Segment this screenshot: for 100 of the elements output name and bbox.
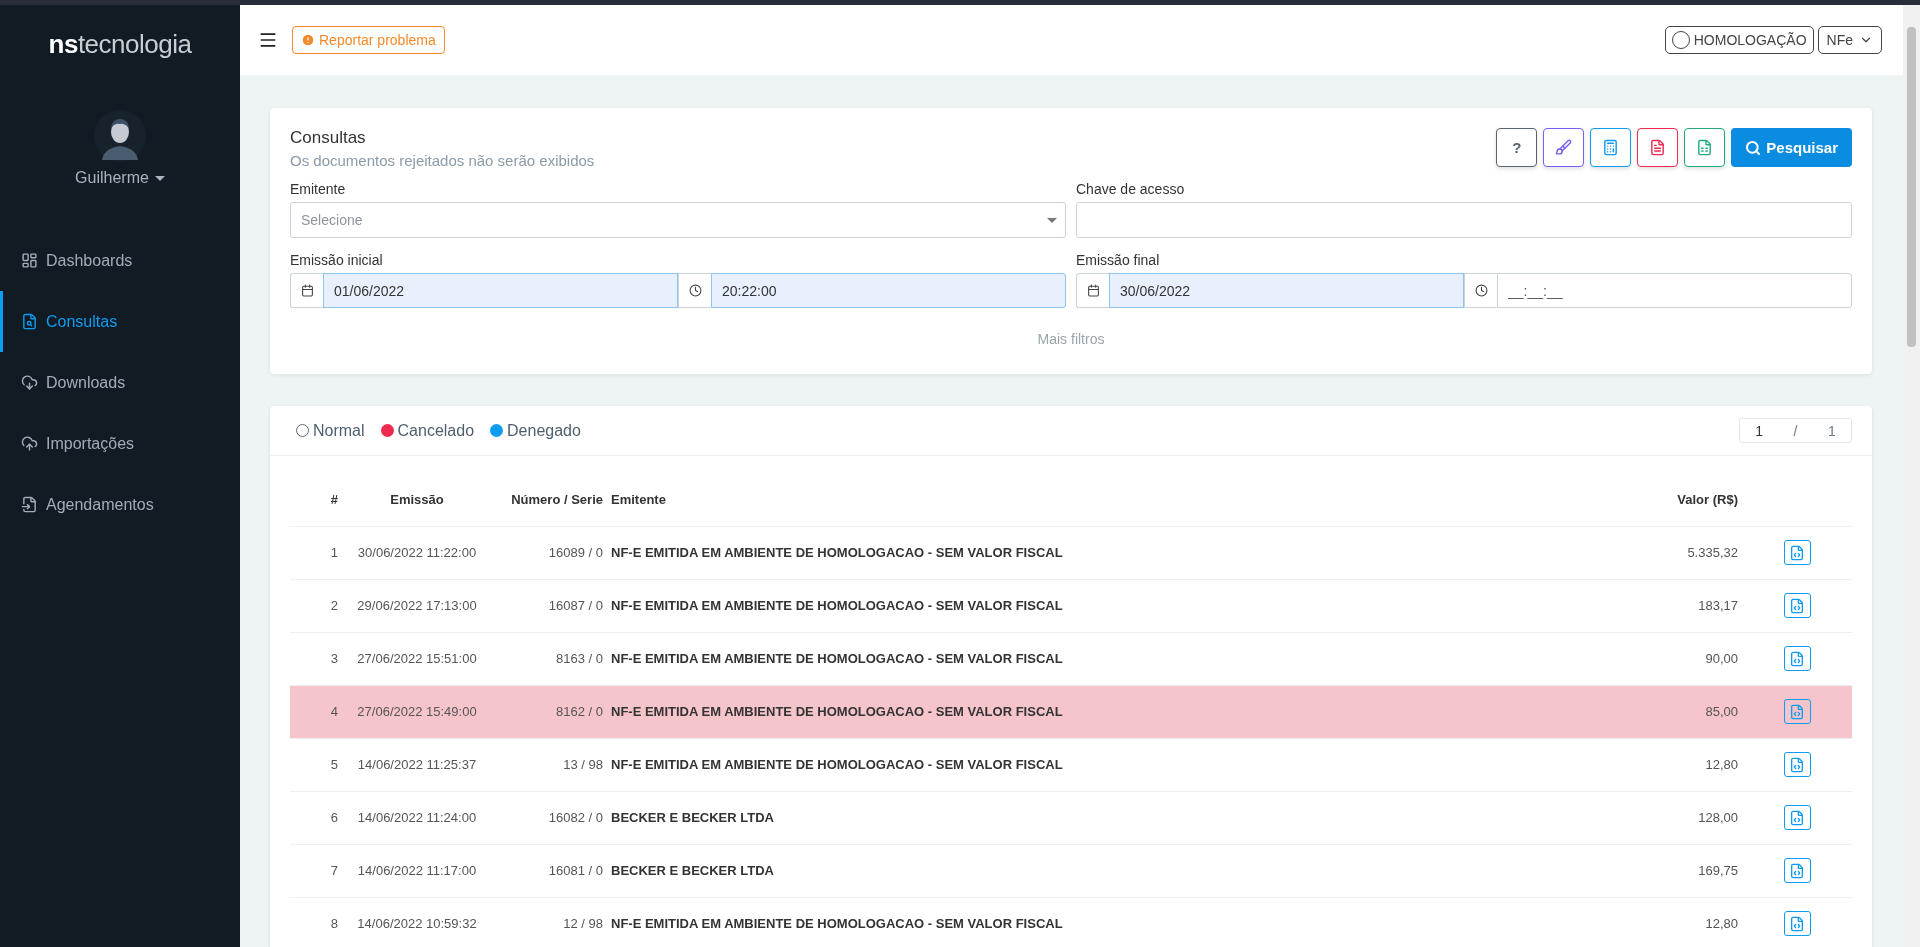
table-row[interactable]: 7 14/06/2022 11:17:00 16081 / 0 BECKER E BECKER LTDA 169,75 [290,844,1852,897]
column-header: Emitente [607,474,1592,526]
dashboard-icon [21,252,38,269]
user-menu[interactable]: Guilherme [69,168,171,188]
table-cell: 14/06/2022 11:25:37 [342,738,492,791]
table-row[interactable]: 2 29/06/2022 17:13:00 16087 / 0 NF-E EMITIDA EM AMBIENTE DE HOMOLOGACAO - SEM VALOR FISCAL 183,17 [290,579,1852,632]
legend-item: Denegado [490,421,581,440]
clear-button[interactable] [1543,128,1585,167]
table-cell: 8162 / 0 [492,685,607,738]
pagination[interactable]: 1 / 1 [1739,418,1852,443]
table-row[interactable]: 6 14/06/2022 11:24:00 16082 / 0 BECKER E BECKER LTDA 128,00 [290,791,1852,844]
clock-icon [1464,273,1497,308]
table-cell: 8163 / 0 [492,632,607,685]
column-header: Emissão [342,474,492,526]
xml-file-button[interactable] [1783,911,1811,936]
column-header: Valor (R$) [1592,474,1742,526]
table-cell: 6 [290,791,342,844]
brush-icon [1555,139,1573,156]
card-subtitle: Os documentos rejeitados não serão exibidos [290,152,595,169]
table-cell: 29/06/2022 17:13:00 [342,579,492,632]
help-button[interactable]: ? [1496,128,1538,167]
environment-toggle[interactable]: HOMOLOGAÇÃO [1664,26,1814,54]
alert-icon [301,33,315,47]
date-field[interactable]: 30/06/2022 [1109,273,1464,308]
pdf-file-icon [1649,139,1667,156]
time-field[interactable]: 20:22:00 [711,273,1066,308]
table-cell: 169,75 [1592,844,1742,897]
table-cell: 27/06/2022 15:49:00 [342,685,492,738]
cloud-download-icon [21,374,38,391]
clock-icon [678,273,711,308]
file-search-icon [21,313,38,330]
code-file-icon [1789,650,1805,667]
table-cell: 16082 / 0 [492,791,607,844]
search-icon [1745,139,1762,156]
spreadsheet-file-icon [1696,139,1714,156]
file-icon [21,496,38,513]
table-cell: 8 [290,897,342,947]
menu-icon[interactable] [258,30,278,50]
table-cell: 30/06/2022 11:22:00 [342,526,492,579]
field-label: Emitente [290,181,347,197]
table-cell: 128,00 [1592,791,1742,844]
table-row[interactable]: 1 30/06/2022 11:22:00 16089 / 0 NF-E EMITIDA EM AMBIENTE DE HOMOLOGACAO - SEM VALOR FISCAL 5.335,32 [290,526,1852,579]
table-cell: 13 / 98 [492,738,607,791]
table-cell: 27/06/2022 15:51:00 [342,632,492,685]
table-cell: NF-E EMITIDA EM AMBIENTE DE HOMOLOGACAO - SEM VALOR FISCAL [607,632,1592,685]
access-key-field[interactable] [1076,202,1852,238]
table-row[interactable]: 3 27/06/2022 15:51:00 8163 / 0 NF-E EMITIDA EM AMBIENTE DE HOMOLOGACAO - SEM VALOR FISCAL 90,00 [290,632,1852,685]
xml-file-button[interactable] [1783,540,1811,565]
table-cell: 7 [290,844,342,897]
field-label: Chave de acesso [1076,181,1186,197]
table-cell: 90,00 [1592,632,1742,685]
search-button[interactable]: Pesquisar [1731,128,1852,167]
cloud-upload-icon [21,435,38,452]
calendar-icon [290,273,323,308]
table-cell: 12 / 98 [492,897,607,947]
xml-file-button[interactable] [1783,858,1811,883]
column-header: Número / Serie [492,474,607,526]
table-cell: NF-E EMITIDA EM AMBIENTE DE HOMOLOGACAO - SEM VALOR FISCAL [607,738,1592,791]
time-field[interactable]: __:__:__ [1497,273,1852,308]
document-type-dropdown[interactable]: NFe [1817,26,1882,54]
table-cell: 16081 / 0 [492,844,607,897]
excel-export-button[interactable] [1684,128,1726,167]
xml-file-button[interactable] [1783,752,1811,777]
table-cell: 12,80 [1592,897,1742,947]
xml-file-button[interactable] [1783,699,1811,724]
card-title: Consultas [290,128,367,148]
table-cell: 4 [290,685,342,738]
xml-file-button[interactable] [1783,805,1811,830]
table-cell: 5 [290,738,342,791]
pdf-export-button[interactable] [1637,128,1679,167]
xml-file-button[interactable] [1783,646,1811,671]
sidebar-item[interactable]: Downloads [0,352,240,413]
sidebar-item[interactable]: Dashboards [0,230,240,291]
calculator-icon [1602,139,1620,156]
table-cell: NF-E EMITIDA EM AMBIENTE DE HOMOLOGACAO - SEM VALOR FISCAL [607,897,1592,947]
sidebar-item[interactable]: Agendamentos [0,474,240,535]
table-cell: 16089 / 0 [492,526,607,579]
code-file-icon [1789,544,1805,561]
table-cell: 14/06/2022 11:17:00 [342,844,492,897]
table-cell: 12,80 [1592,738,1742,791]
code-file-icon [1789,597,1805,614]
legend-item: Cancelado [380,421,475,440]
table-cell: 3 [290,632,342,685]
field-label: Emissão final [1076,252,1161,268]
table-cell: 85,00 [1592,685,1742,738]
code-file-icon [1789,809,1805,826]
table-cell: 183,17 [1592,579,1742,632]
calculator-button[interactable] [1590,128,1632,167]
sidebar-item[interactable]: Importações [0,413,240,474]
table-row[interactable]: 5 14/06/2022 11:25:37 13 / 98 NF-E EMITIDA EM AMBIENTE DE HOMOLOGACAO - SEM VALOR FISCAL 12,80 [290,738,1852,791]
code-file-icon [1789,703,1805,720]
table-cell: NF-E EMITIDA EM AMBIENTE DE HOMOLOGACAO - SEM VALOR FISCAL [607,526,1592,579]
date-field[interactable]: 01/06/2022 [323,273,678,308]
table-cell: NF-E EMITIDA EM AMBIENTE DE HOMOLOGACAO - SEM VALOR FISCAL [607,685,1592,738]
table-cell: 16087 / 0 [492,579,607,632]
table-cell: 5.335,32 [1592,526,1742,579]
code-file-icon [1789,756,1805,773]
code-file-icon [1789,862,1805,879]
xml-file-button[interactable] [1783,593,1811,618]
table-row[interactable]: 4 27/06/2022 15:49:00 8162 / 0 NF-E EMITIDA EM AMBIENTE DE HOMOLOGACAO - SEM VALOR FISCAL 85,00 [290,685,1852,738]
